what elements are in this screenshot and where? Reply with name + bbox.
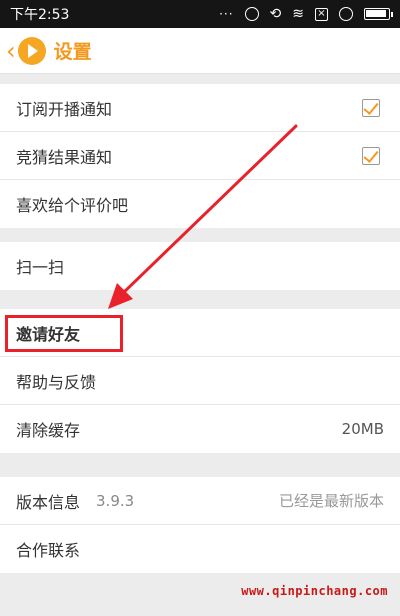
guess-result-notify-checkbox[interactable]	[362, 146, 380, 165]
notifications-group: 订阅开播通知 竞猜结果通知 喜欢给个评价吧	[0, 84, 400, 228]
signal-off-icon	[339, 7, 353, 21]
subscribe-notify-row[interactable]: 订阅开播通知	[0, 84, 400, 132]
rate-app-label: 喜欢给个评价吧	[16, 196, 129, 215]
sync-icon: ⟲	[269, 6, 282, 22]
scan-row[interactable]: 扫一扫	[0, 242, 400, 290]
version-row[interactable]: 版本信息 3.9.3 已经是最新版本	[0, 477, 400, 525]
cache-size: 20MB	[341, 420, 384, 438]
version-label: 版本信息	[16, 492, 81, 512]
contact-row[interactable]: 合作联系	[0, 525, 400, 573]
scan-label: 扫一扫	[16, 258, 65, 277]
subscribe-notify-checkbox[interactable]	[362, 98, 380, 117]
watermark-text: www.qinpinchang.com	[241, 584, 388, 598]
battery-icon	[364, 8, 393, 20]
scan-group: 扫一扫	[0, 242, 400, 290]
subscribe-notify-label: 订阅开播通知	[16, 99, 113, 119]
status-time: 下午2:53	[10, 7, 70, 23]
help-feedback-label: 帮助与反馈	[16, 372, 97, 392]
page-title: 设置	[53, 41, 92, 63]
version-status: 已经是最新版本	[278, 492, 384, 510]
help-feedback-row[interactable]: 帮助与反馈	[0, 357, 400, 405]
app-logo-icon[interactable]	[17, 36, 46, 65]
notification-x-icon: ×	[315, 7, 328, 21]
contact-label: 合作联系	[16, 541, 81, 560]
about-group: 版本信息 3.9.3 已经是最新版本 合作联系	[0, 477, 400, 573]
status-bar: 下午2:53 ··· ⟲ ≋ ×	[0, 0, 400, 28]
clear-cache-label: 清除缓存	[16, 421, 81, 440]
lock-rotate-icon	[244, 7, 259, 21]
guess-result-notify-label: 竞猜结果通知	[16, 147, 113, 167]
annotation-highlight-box	[5, 315, 123, 352]
status-icons: ··· ⟲ ≋ ×	[219, 6, 393, 22]
version-number: 3.9.3	[96, 491, 135, 510]
clear-cache-row[interactable]: 清除缓存 20MB	[0, 405, 400, 453]
dots-icon: ···	[219, 7, 234, 21]
wifi-icon: ≋	[292, 6, 304, 22]
app-header: ‹ 设置	[0, 28, 400, 74]
rate-app-row[interactable]: 喜欢给个评价吧	[0, 180, 400, 228]
chevron-left-icon[interactable]: ‹	[6, 39, 16, 63]
guess-result-notify-row[interactable]: 竞猜结果通知	[0, 132, 400, 180]
